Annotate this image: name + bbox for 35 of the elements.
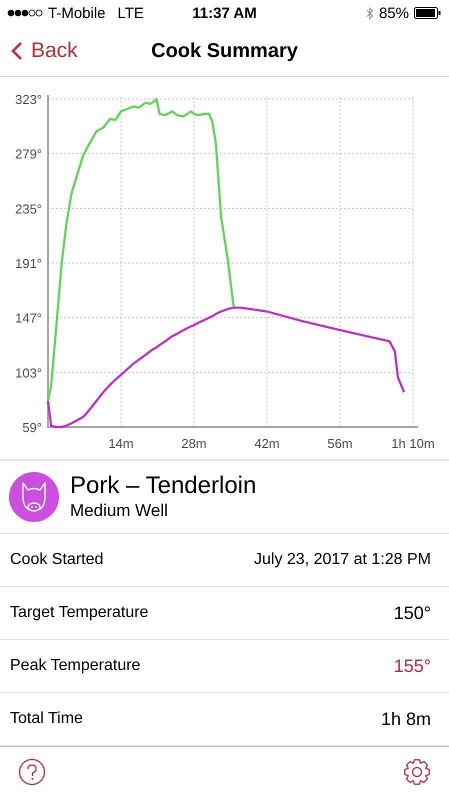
detail-value: 155° (394, 656, 431, 676)
doneness-level: Medium Well (70, 500, 169, 522)
x-axis-label: 56m (327, 436, 353, 451)
clock: 11:37 AM (191, 4, 258, 22)
detail-value: 150° (394, 602, 431, 624)
y-axis-label: 59° (22, 420, 42, 435)
food-name: Pork – Tenderloin (70, 472, 256, 500)
detail-label: Peak Temperature (10, 657, 140, 675)
y-axis-label: 103° (15, 365, 42, 380)
y-axis-label: 147° (15, 310, 42, 326)
detail-label: Target Temperature (10, 604, 148, 622)
detail-label: Total Time (10, 710, 83, 728)
x-axis-label: 28m (181, 436, 207, 451)
detail-value: 1h 8m (380, 708, 431, 730)
y-axis-label: 235° (15, 201, 42, 216)
y-axis-label: 191° (15, 256, 42, 271)
x-axis-label: 14m (108, 436, 134, 451)
battery-icon (414, 7, 441, 19)
battery-percent: 85% (378, 4, 409, 22)
settings-icon[interactable] (403, 758, 431, 786)
signal-icon (7, 9, 43, 17)
network-type: LTE (118, 4, 144, 22)
x-axis-label: 42m (254, 436, 280, 451)
carrier-name: T-Mobile (48, 4, 106, 22)
y-axis-label: 279° (15, 146, 42, 162)
x-axis-label: 1h 10m (391, 436, 435, 451)
detail-value: July 23, 2017 at 1:28 PM (254, 551, 431, 569)
chevron-icon (11, 41, 23, 61)
help-icon[interactable] (18, 758, 46, 786)
bluetooth-icon (366, 6, 374, 20)
back-button[interactable]: Back (0, 39, 78, 63)
detail-label: Cook Started (10, 551, 104, 569)
screen-title: Cook Summary (150, 40, 299, 62)
pig-icon (9, 472, 59, 522)
y-axis-label: 323° (15, 92, 42, 107)
